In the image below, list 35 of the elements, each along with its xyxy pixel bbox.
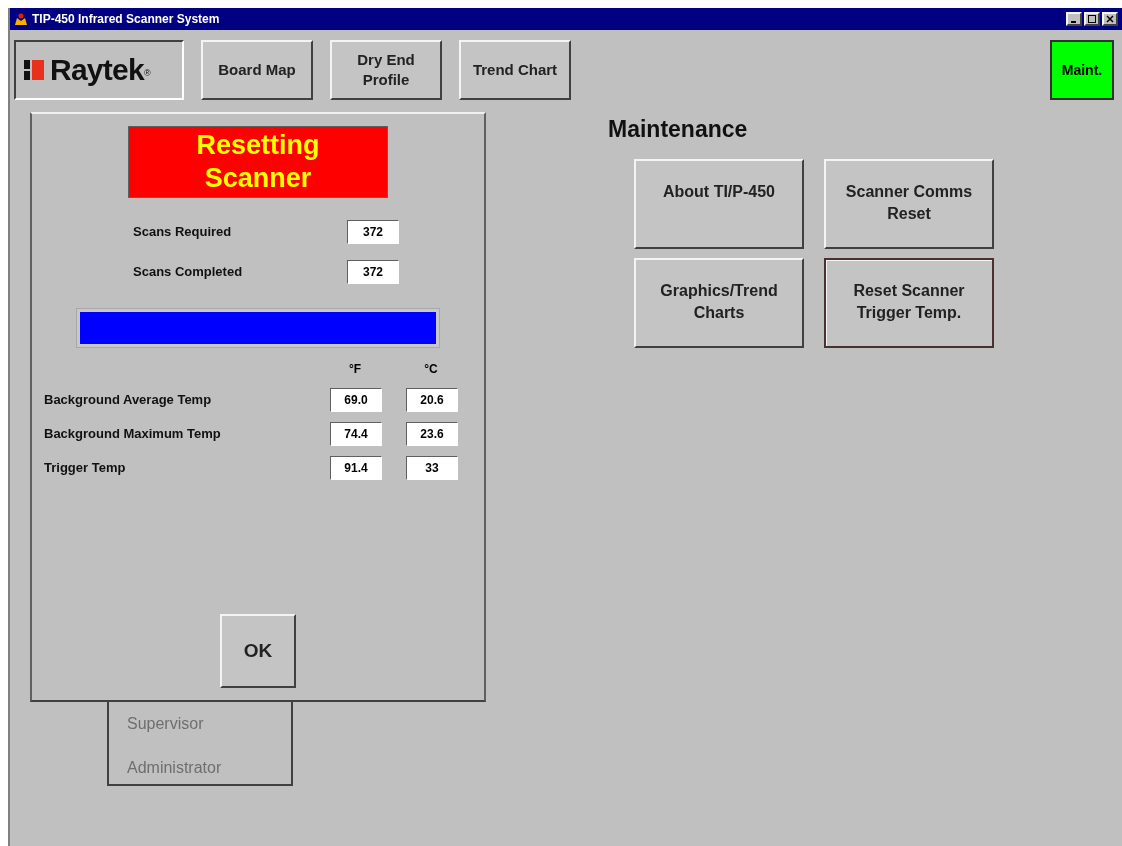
fahrenheit-field: 69.0 <box>330 388 382 412</box>
nav-button[interactable]: Board Map <box>201 40 313 100</box>
ok-button[interactable]: OK <box>220 614 296 688</box>
field-label: Background Maximum Temp <box>44 425 222 444</box>
status-banner: Resetting Scanner <box>128 126 388 198</box>
field-label: Trigger Temp <box>44 459 127 478</box>
count-field: 372 <box>347 260 399 284</box>
logo-text: Raytek$^{®}$ <box>50 55 150 85</box>
celsius-field: 33 <box>406 456 458 480</box>
close-icon <box>1106 15 1114 23</box>
maintenance-button[interactable]: Maint. <box>1050 40 1114 100</box>
fahrenheit-field: 74.4 <box>330 422 382 446</box>
section-title: Maintenance <box>608 115 749 144</box>
close-button[interactable] <box>1102 12 1118 26</box>
fahrenheit-field: 91.4 <box>330 456 382 480</box>
nav-button[interactable]: Trend Chart <box>459 40 571 100</box>
maximize-icon <box>1088 15 1096 23</box>
maximize-button[interactable] <box>1084 12 1100 26</box>
logo-mark-icon <box>24 59 46 81</box>
field-label: Scans Completed <box>133 263 243 282</box>
nav-button[interactable]: Dry End Profile <box>330 40 442 100</box>
celsius-field: 20.6 <box>406 388 458 412</box>
field-label: Scans Required <box>133 223 232 242</box>
minimize-button[interactable] <box>1066 12 1082 26</box>
maintenance-action-button[interactable]: Reset Scanner Trigger Temp. <box>824 257 994 348</box>
window-title: TIP-450 Infrared Scanner System <box>32 11 220 28</box>
celsius-field: 23.6 <box>406 422 458 446</box>
count-field: 372 <box>347 220 399 244</box>
unit-header: °C <box>423 361 439 378</box>
app-icon <box>14 12 28 26</box>
maintenance-action-button[interactable]: Graphics/Trend Charts <box>634 257 804 348</box>
field-label: Background Average Temp <box>44 391 213 410</box>
maintenance-action-button[interactable]: About TI/P-450 <box>634 158 804 249</box>
unit-header: °F <box>347 361 363 378</box>
maintenance-action-button[interactable]: Scanner Comms Reset <box>824 158 994 249</box>
